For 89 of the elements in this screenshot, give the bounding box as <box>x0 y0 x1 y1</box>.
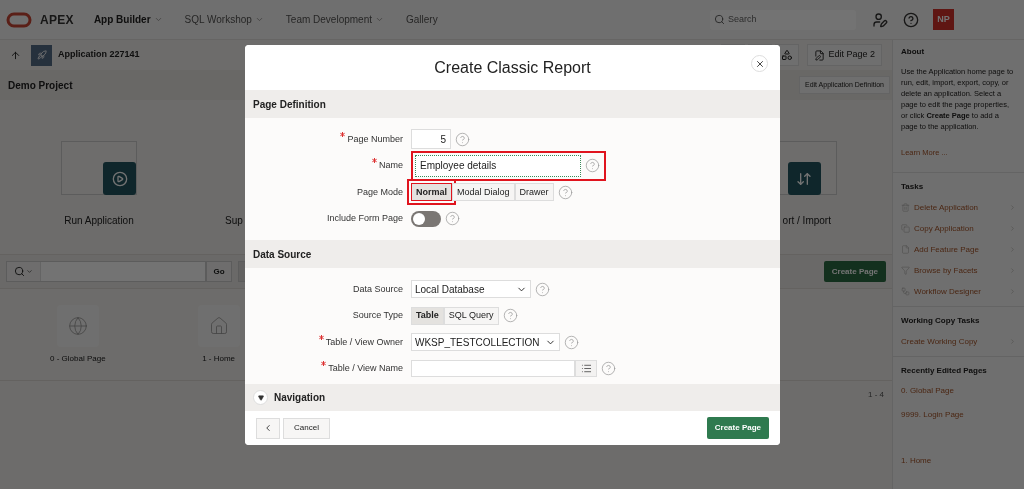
name-field[interactable]: Employee details <box>415 154 581 177</box>
card-label[interactable]: Run Application <box>64 213 134 228</box>
section-title: Working Copy Tasks <box>901 315 981 327</box>
section-title: Tasks <box>901 181 925 193</box>
caret-icon <box>26 268 33 275</box>
select-field[interactable]: Local Database <box>411 280 531 299</box>
logo-icon <box>6 11 32 28</box>
help-icon[interactable] <box>557 184 573 200</box>
field-label: Name <box>379 159 403 172</box>
shapes-icon <box>781 49 794 61</box>
toggle-switch[interactable] <box>411 210 441 227</box>
row-count: 1 - 4 <box>868 389 884 401</box>
app-title: Application 227141 <box>58 48 140 62</box>
field-label: Source Type <box>352 309 403 322</box>
house-icon <box>208 315 229 336</box>
recent-page-link[interactable]: 9999. Login Page <box>901 409 1016 421</box>
search-icon <box>714 14 725 25</box>
list-picker-button[interactable] <box>575 360 597 378</box>
search-input[interactable]: Search <box>728 12 838 27</box>
globe-icon <box>67 315 88 336</box>
help-icon[interactable] <box>564 334 580 350</box>
card-label[interactable]: Sup <box>225 213 243 228</box>
task-link[interactable]: Add Feature Page <box>901 239 1016 260</box>
card-label[interactable]: ort / Import <box>782 213 831 228</box>
field-label: Page Mode <box>356 185 403 199</box>
workspace-title: Demo Project <box>8 78 73 93</box>
recent-page-link[interactable]: 1. Home <box>901 455 1016 467</box>
segment-option[interactable]: Table <box>411 306 444 325</box>
dialog-title: Create Classic Report <box>434 57 591 78</box>
segment-option[interactable]: Drawer <box>514 183 554 202</box>
task-link[interactable]: Delete Application <box>901 197 1016 218</box>
go-button[interactable]: Go <box>206 261 232 282</box>
task-icon <box>901 245 910 254</box>
page-tile[interactable] <box>56 304 99 347</box>
task-icon <box>901 287 910 296</box>
back-icon <box>263 423 273 433</box>
section-title: About <box>901 46 926 58</box>
report-search-field[interactable] <box>6 261 206 282</box>
help-icon[interactable] <box>535 281 550 297</box>
nav-menu[interactable]: App Builder <box>93 12 163 27</box>
help-icon[interactable] <box>455 131 470 147</box>
user-avatar[interactable]: NP <box>933 9 954 30</box>
page-number-field[interactable]: 5 <box>411 129 451 150</box>
edit-page-button[interactable]: Edit Page 2 <box>807 44 882 66</box>
task-link[interactable]: Create Working Copy <box>901 331 1016 352</box>
help-icon[interactable] <box>585 158 600 174</box>
cancel-button[interactable]: Cancel <box>283 417 330 439</box>
page-tile[interactable] <box>197 304 240 347</box>
logo-text: APEX <box>40 11 74 29</box>
close-icon <box>754 58 765 69</box>
field-label: Include Form Page <box>326 212 403 225</box>
section-header[interactable]: Navigation <box>274 390 326 405</box>
page-label[interactable]: 0 - Global Page <box>50 352 106 365</box>
section-header: Page Definition <box>245 90 780 118</box>
recent-page-link[interactable]: 0. Global Page <box>901 385 1016 397</box>
up-arrow-icon[interactable] <box>10 49 21 61</box>
field-label: Data Source <box>352 282 403 296</box>
help-icon[interactable] <box>445 211 460 227</box>
collapse-toggle[interactable] <box>253 390 268 405</box>
field-label: Table / View Owner <box>325 335 403 349</box>
search-field[interactable]: Search <box>710 9 856 30</box>
nav-menu[interactable]: Team Development <box>285 12 384 27</box>
field-label: Page Number <box>347 132 403 146</box>
page-label[interactable]: 1 - Home <box>202 352 236 365</box>
task-link[interactable]: Workflow Designer <box>901 281 1016 302</box>
help-icon[interactable] <box>502 308 518 324</box>
segment-option[interactable]: Modal Dialog <box>452 183 515 202</box>
back-button[interactable] <box>256 417 280 439</box>
help-icon[interactable] <box>903 11 919 28</box>
file-edit-icon <box>814 49 826 61</box>
triangle-icon <box>257 394 264 401</box>
create-page-button[interactable]: Create Page <box>823 261 886 282</box>
search-icon <box>14 266 25 277</box>
segment-option[interactable]: SQL Query <box>443 306 499 325</box>
task-link[interactable]: Copy Application <box>901 218 1016 239</box>
table-name-field[interactable] <box>411 360 575 378</box>
nav-menu[interactable]: Gallery <box>406 12 438 27</box>
section-title: Recently Edited Pages <box>901 365 988 377</box>
task-icon <box>901 224 910 233</box>
list-icon <box>580 363 592 375</box>
nav-menu[interactable]: SQL Workshop <box>184 12 264 27</box>
create-page-button[interactable]: Create Page <box>706 417 769 439</box>
field-label: Table / View Name <box>328 362 403 375</box>
help-icon[interactable] <box>601 361 616 377</box>
app-icon <box>31 44 52 66</box>
task-link[interactable]: Browse by Facets <box>901 260 1016 281</box>
user-edit-icon[interactable] <box>872 11 888 28</box>
select-field[interactable]: WKSP_TESTCOLLECTION <box>411 333 561 352</box>
section-header: Data Source <box>245 240 780 268</box>
